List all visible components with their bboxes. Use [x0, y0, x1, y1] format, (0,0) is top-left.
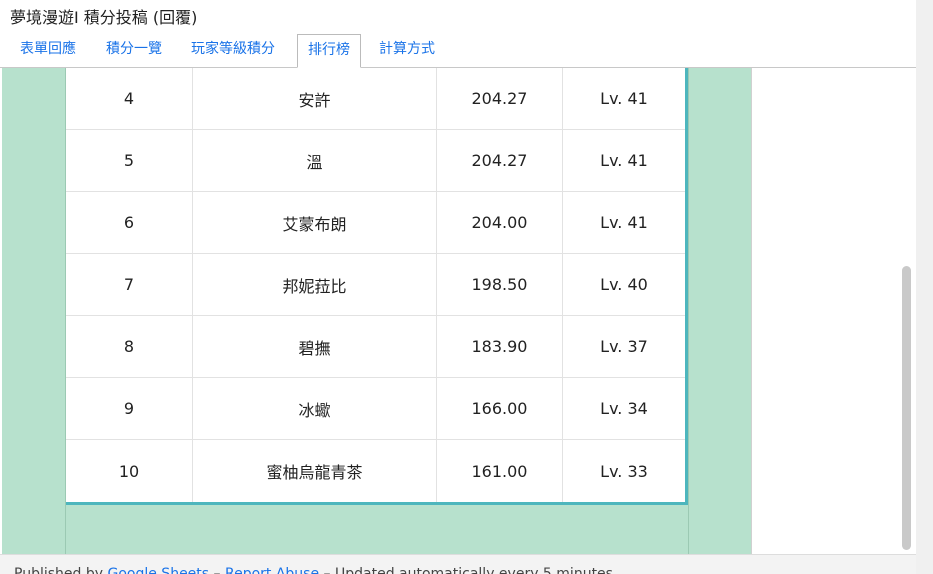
- published-sheet-page: { "doc_title": "夢境漫遊I 積分投稿 (回覆)", "tabs"…: [0, 0, 933, 574]
- tab-player-level-points[interactable]: 玩家等級積分: [191, 34, 275, 67]
- player-name-cell: 蜜柚烏龍青茶: [193, 440, 437, 502]
- right-green-column: [688, 68, 752, 554]
- tab-leaderboard[interactable]: 排行榜: [297, 34, 361, 68]
- level-cell: Lv. 40: [600, 275, 648, 294]
- score-cell: 204.00: [437, 192, 563, 253]
- updated-note: Updated automatically every 5 minutes: [335, 566, 613, 574]
- sheet-tabs: 表單回應 積分一覽 玩家等級積分 排行榜 計算方式: [0, 34, 916, 68]
- score-cell: 183.90: [437, 316, 563, 377]
- player-name-cell: 碧撫: [193, 316, 437, 377]
- table-row: 10 蜜柚烏龍青茶 161.00 Lv. 33: [66, 440, 685, 502]
- rank-cell: 9: [66, 378, 193, 439]
- footer-separator: –: [213, 566, 221, 574]
- footer-separator: –: [323, 566, 331, 574]
- rank-cell: 8: [66, 316, 193, 377]
- player-name-cell: 冰蠍: [193, 378, 437, 439]
- score-cell: 161.00: [437, 440, 563, 502]
- table-row: 9 冰蠍 166.00 Lv. 34: [66, 378, 685, 440]
- rank-cell: 5: [66, 130, 193, 191]
- scrollbar-thumb[interactable]: [902, 266, 911, 550]
- level-cell: Lv. 41: [600, 151, 648, 170]
- score-cell: 198.50: [437, 254, 563, 315]
- table-row: 5 溫 204.27 Lv. 41: [66, 130, 685, 192]
- rank-cell: 10: [66, 440, 193, 502]
- level-cell: Lv. 37: [600, 337, 648, 356]
- report-abuse-link[interactable]: Report Abuse: [225, 566, 319, 574]
- level-cell: Lv. 41: [600, 89, 648, 108]
- published-by-label: Published by: [14, 566, 104, 574]
- footer: Published by Google Sheets – Report Abus…: [0, 554, 916, 574]
- rank-cell: 4: [66, 68, 193, 129]
- table-row: 7 邦妮菈比 198.50 Lv. 40: [66, 254, 685, 316]
- score-cell: 204.27: [437, 130, 563, 191]
- level-cell: Lv. 33: [600, 461, 648, 481]
- player-name-cell: 艾蒙布朗: [193, 192, 437, 253]
- footer-text: Published by Google Sheets – Report Abus…: [14, 566, 613, 574]
- rank-cell: 7: [66, 254, 193, 315]
- level-cell: Lv. 41: [600, 213, 648, 232]
- tab-form-responses[interactable]: 表單回應: [20, 34, 76, 67]
- leaderboard-table: 4 安許 204.27 Lv. 41 5 溫 204.27 Lv. 41 6 艾蒙布朗 204.00…: [66, 68, 688, 505]
- vertical-scrollbar[interactable]: [916, 0, 933, 574]
- player-name-cell: 邦妮菈比: [193, 254, 437, 315]
- player-name-cell: 溫: [193, 130, 437, 191]
- left-green-column: [2, 68, 66, 554]
- player-name-cell: 安許: [193, 68, 437, 129]
- tab-points-overview[interactable]: 積分一覽: [106, 34, 162, 67]
- table-row: 4 安許 204.27 Lv. 41: [66, 68, 685, 130]
- score-cell: 166.00: [437, 378, 563, 439]
- google-sheets-link[interactable]: Google Sheets: [107, 566, 209, 574]
- table-row: 6 艾蒙布朗 204.00 Lv. 41: [66, 192, 685, 254]
- table-row: 8 碧撫 183.90 Lv. 37: [66, 316, 685, 378]
- document-title: 夢境漫遊I 積分投稿 (回覆): [10, 8, 198, 27]
- sheet-viewport[interactable]: 4 安許 204.27 Lv. 41 5 溫 204.27 Lv. 41 6 艾蒙布朗 204.00…: [0, 68, 916, 554]
- tab-calculation-method[interactable]: 計算方式: [379, 34, 435, 67]
- level-cell: Lv. 34: [600, 399, 648, 418]
- rank-cell: 6: [66, 192, 193, 253]
- score-cell: 204.27: [437, 68, 563, 129]
